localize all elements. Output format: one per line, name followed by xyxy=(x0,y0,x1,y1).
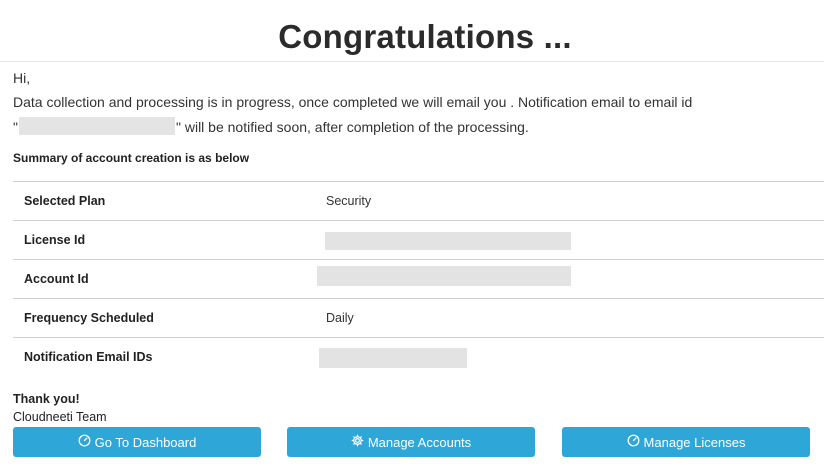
thanks-text: Thank you! xyxy=(13,392,80,406)
gear-icon xyxy=(351,434,364,450)
table-row: License Id xyxy=(13,221,824,260)
row-label: Notification Email IDs xyxy=(24,350,153,364)
table-row: Notification Email IDs xyxy=(13,338,824,377)
table-row: Frequency Scheduled Daily xyxy=(13,299,824,338)
button-label: Go To Dashboard xyxy=(94,434,197,450)
row-label: License Id xyxy=(24,233,86,247)
button-label: Manage Accounts xyxy=(367,434,472,450)
go-to-dashboard-button[interactable]: Go To Dashboard xyxy=(13,427,261,457)
notification-message: " " will be notified soon, after completi… xyxy=(13,117,529,137)
row-label: Selected Plan xyxy=(24,194,106,208)
title-divider xyxy=(0,61,824,62)
gauge-icon xyxy=(627,434,640,450)
summary-heading: Summary of account creation is as below xyxy=(13,151,250,165)
row-label: Frequency Scheduled xyxy=(24,311,154,325)
row-value: Security xyxy=(326,194,372,208)
team-signature: Cloudneeti Team xyxy=(13,410,107,424)
manage-licenses-button[interactable]: Manage Licenses xyxy=(562,427,810,457)
gauge-icon xyxy=(78,434,91,450)
redacted-license-id xyxy=(325,232,571,250)
page-title: Congratulations ... xyxy=(278,18,572,55)
table-row: Account Id xyxy=(13,260,824,299)
message-suffix: " will be notified soon, after completio… xyxy=(175,119,529,135)
redacted-email-ids xyxy=(319,348,467,368)
table-row: Selected Plan Security xyxy=(13,182,824,221)
message-prefix: " xyxy=(13,119,18,135)
greeting-text: Hi, xyxy=(13,70,31,86)
manage-accounts-button[interactable]: Manage Accounts xyxy=(287,427,535,457)
summary-table: Selected Plan Security License Id Accoun… xyxy=(13,181,824,377)
row-value: Daily xyxy=(326,311,354,325)
redacted-email xyxy=(18,117,175,135)
redacted-account-id xyxy=(317,266,571,286)
status-message: Data collection and processing is in pro… xyxy=(13,94,693,110)
button-label: Manage Licenses xyxy=(643,434,746,450)
row-label: Account Id xyxy=(24,272,89,286)
